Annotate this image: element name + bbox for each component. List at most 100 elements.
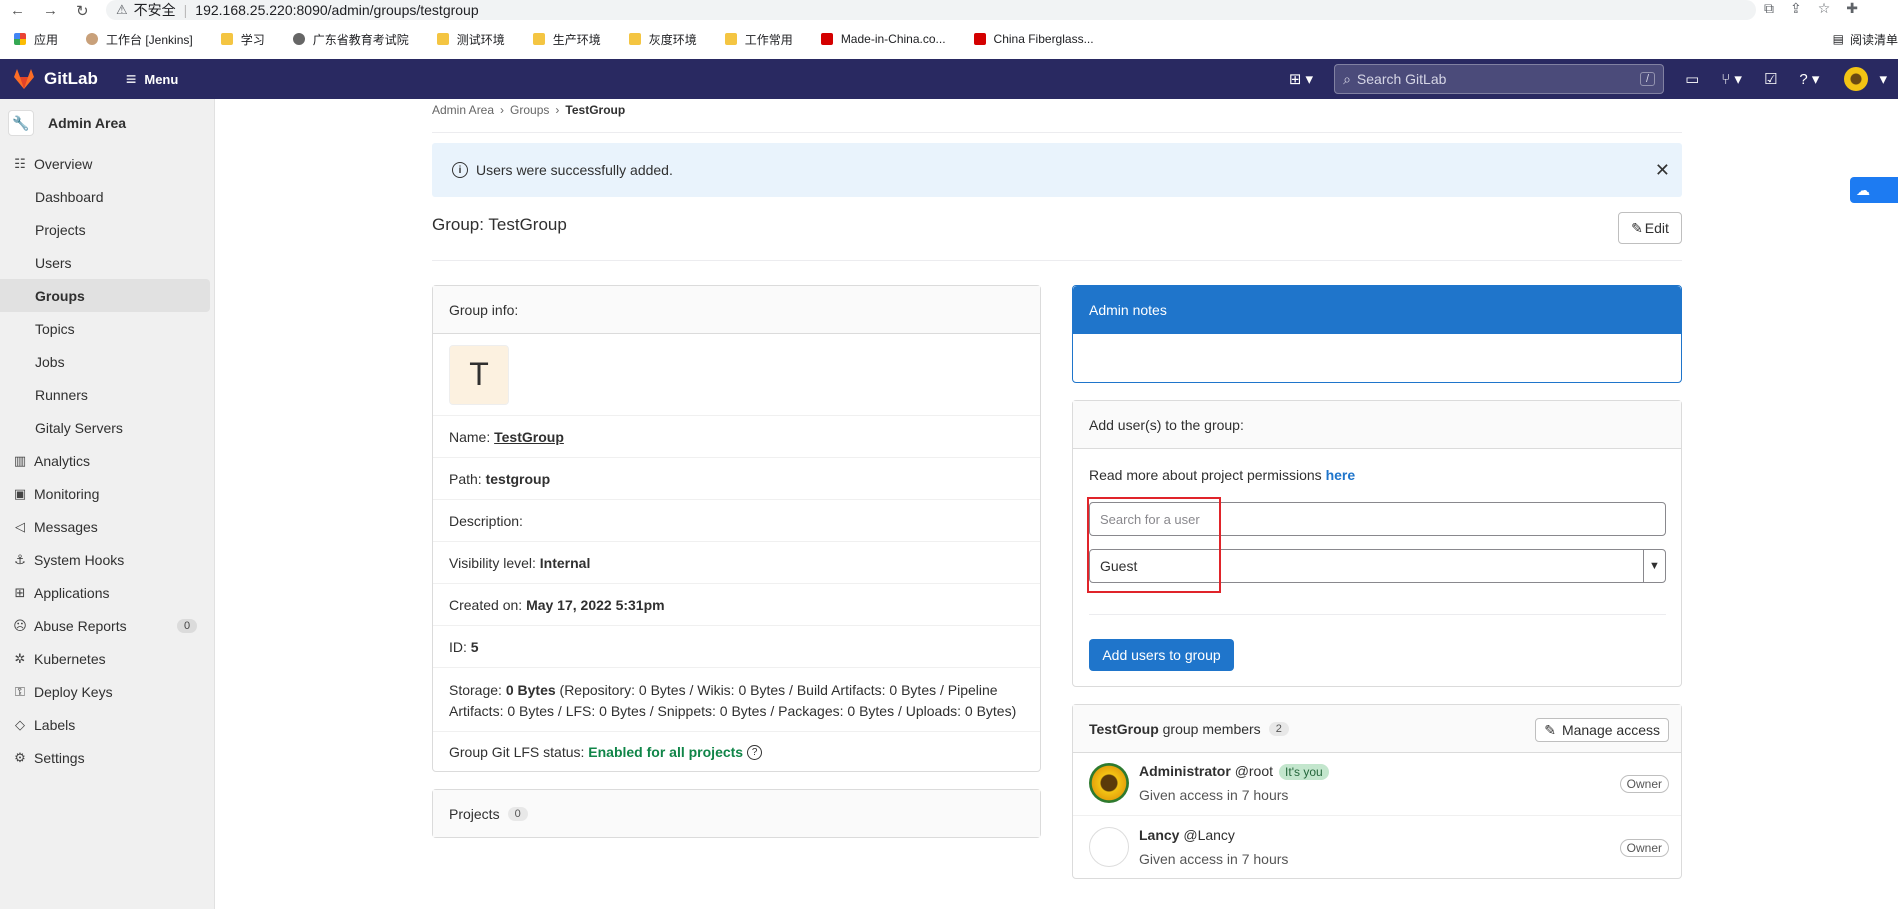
reload-icon[interactable]: ↻	[76, 2, 89, 20]
member-since: Given access in 7 hours	[1139, 787, 1289, 803]
sidebar-item-overview[interactable]: ☷ Overview	[0, 147, 214, 180]
sidebar-item-jobs[interactable]: Jobs	[0, 345, 214, 378]
applications-icon: ⊞	[14, 584, 26, 600]
close-icon[interactable]: ✕	[1655, 160, 1670, 181]
bookmark-folder[interactable]: 生产环境	[532, 31, 601, 48]
bookmark-link[interactable]: 广东省教育考试院	[292, 31, 409, 48]
back-icon[interactable]: ←	[10, 2, 25, 20]
address-bar[interactable]: ⚠ 不安全 | 192.168.25.220:8090/admin/groups…	[106, 0, 1756, 20]
bookmark-folder[interactable]: 测试环境	[436, 31, 505, 48]
extension-icon[interactable]: ✚	[1846, 0, 1858, 17]
bookmark-folder[interactable]: 学习	[220, 31, 265, 48]
edit-icon: ✎	[1544, 721, 1556, 738]
chevron-down-icon[interactable]: ▾	[1879, 70, 1887, 88]
reading-list[interactable]: ▤ 阅读清单	[1833, 28, 1898, 50]
group-visibility-row: Visibility level: Internal	[433, 542, 1040, 584]
sidebar-item-deploy-keys[interactable]: ⚿ Deploy Keys	[0, 675, 214, 708]
sidebar-title[interactable]: 🔧 Admin Area	[0, 99, 214, 147]
folder-icon	[532, 33, 545, 45]
warning-icon: ⚠	[116, 2, 128, 17]
forward-icon[interactable]: →	[43, 2, 58, 20]
bookmark-apps[interactable]: 应用	[14, 31, 58, 48]
sidebar-item-settings[interactable]: ⚙ Settings	[0, 741, 214, 774]
user-avatar[interactable]	[1844, 67, 1869, 91]
reading-list-icon: ▤	[1832, 32, 1844, 46]
sidebar-item-system-hooks[interactable]: ⚓ System Hooks	[0, 543, 214, 576]
search-input[interactable]: ⌕ Search GitLab /	[1334, 64, 1665, 94]
permissions-link[interactable]: here	[1326, 467, 1356, 483]
sidebar-item-kubernetes[interactable]: ✲ Kubernetes	[0, 642, 214, 675]
share-icon[interactable]: ⇪	[1790, 0, 1802, 17]
bookmark-folder[interactable]: 工作常用	[724, 31, 793, 48]
edit-button[interactable]: ✎ Edit	[1618, 212, 1682, 244]
apps-icon	[14, 33, 26, 45]
key-icon: ⚿	[15, 683, 25, 699]
sidebar-item-users[interactable]: Users	[0, 246, 214, 279]
breadcrumb: Admin Area › Groups › TestGroup	[432, 103, 626, 117]
folder-icon	[220, 33, 233, 45]
sidebar-item-groups[interactable]: Groups	[0, 279, 210, 312]
sidebar-item-analytics[interactable]: ▥ Analytics	[0, 444, 214, 477]
issues-icon[interactable]: ▭	[1685, 70, 1699, 88]
cloud-widget[interactable]: ☁	[1850, 177, 1898, 203]
sidebar-item-messages[interactable]: ◁ Messages	[0, 510, 214, 543]
bookmark-link[interactable]: China Fiberglass...	[973, 32, 1094, 46]
sidebar-item-applications[interactable]: ⊞ Applications	[0, 576, 214, 609]
breadcrumb-admin-area[interactable]: Admin Area	[432, 103, 494, 117]
menu-button[interactable]: ≡ Menu	[126, 69, 178, 90]
sidebar-item-runners[interactable]: Runners	[0, 378, 214, 411]
group-name-row: Name: TestGroup	[433, 416, 1040, 458]
breadcrumb-groups[interactable]: Groups	[510, 103, 549, 117]
divider	[432, 132, 1682, 133]
bookmark-link[interactable]: Made-in-China.co...	[820, 32, 946, 46]
divider	[1089, 614, 1666, 615]
translate-icon[interactable]: ⧉	[1764, 0, 1774, 17]
folder-icon	[628, 33, 641, 45]
alert-message: Users were successfully added.	[476, 162, 673, 178]
merge-requests-icon[interactable]: ⑂ ▾	[1721, 70, 1742, 88]
globe-icon	[292, 33, 305, 45]
cloud-icon: ☁	[1856, 181, 1870, 198]
bookmark-jenkins[interactable]: 工作台 [Jenkins]	[86, 31, 193, 48]
member-avatar	[1089, 763, 1129, 803]
add-users-header: Add user(s) to the group:	[1073, 401, 1681, 449]
tanuki-icon	[14, 69, 34, 89]
sidebar-item-monitoring[interactable]: ▣ Monitoring	[0, 477, 214, 510]
add-users-button[interactable]: Add users to group	[1089, 639, 1234, 671]
sidebar-item-topics[interactable]: Topics	[0, 312, 214, 345]
question-icon[interactable]: ?	[747, 744, 763, 760]
sidebar-item-abuse-reports[interactable]: ☹ Abuse Reports 0	[0, 609, 214, 642]
lfs-status: Enabled for all projects	[588, 744, 744, 760]
slight-frown-icon: ☹	[13, 617, 27, 633]
bullhorn-icon: ◁	[15, 518, 25, 534]
breadcrumb-current[interactable]: TestGroup	[565, 103, 625, 117]
sidebar-item-labels[interactable]: ◇ Labels	[0, 708, 214, 741]
gitlab-logo[interactable]: GitLab	[12, 68, 98, 90]
projects-header: Projects 0	[433, 790, 1040, 837]
group-id-row: ID: 5	[433, 626, 1040, 668]
bookmark-folder[interactable]: 灰度环境	[628, 31, 697, 48]
star-icon[interactable]: ☆	[1818, 0, 1831, 17]
sidebar-item-dashboard[interactable]: Dashboard	[0, 180, 214, 213]
group-name-link[interactable]: TestGroup	[494, 429, 564, 445]
new-dropdown-icon[interactable]: ⊞ ▾	[1289, 70, 1313, 88]
sidebar-item-projects[interactable]: Projects	[0, 213, 214, 246]
members-card: TestGroup group members 2 ✎ Manage access …	[1072, 704, 1682, 879]
group-info-card: Group info: T Name: TestGroup Path: test…	[432, 285, 1041, 772]
gear-icon: ⚙	[14, 749, 26, 765]
security-label: 不安全	[133, 2, 176, 18]
jenkins-icon	[86, 33, 99, 45]
chevron-down-icon[interactable]: ▼	[1643, 550, 1665, 582]
member-name[interactable]: Lancy	[1139, 827, 1179, 843]
todos-icon[interactable]: ☑	[1764, 70, 1777, 88]
hamburger-icon: ≡	[125, 68, 137, 89]
member-name[interactable]: Administrator	[1139, 763, 1231, 779]
manage-access-button[interactable]: ✎ Manage access	[1535, 718, 1669, 742]
info-icon: i	[452, 162, 468, 178]
overview-icon: ☷	[14, 155, 26, 171]
permissions-text: Read more about project permissions here	[1089, 467, 1356, 483]
sidebar-item-gitaly-servers[interactable]: Gitaly Servers	[0, 411, 214, 444]
help-icon[interactable]: ? ▾	[1799, 70, 1819, 88]
folder-icon	[436, 33, 449, 45]
admin-notes-card: Admin notes	[1072, 285, 1682, 383]
